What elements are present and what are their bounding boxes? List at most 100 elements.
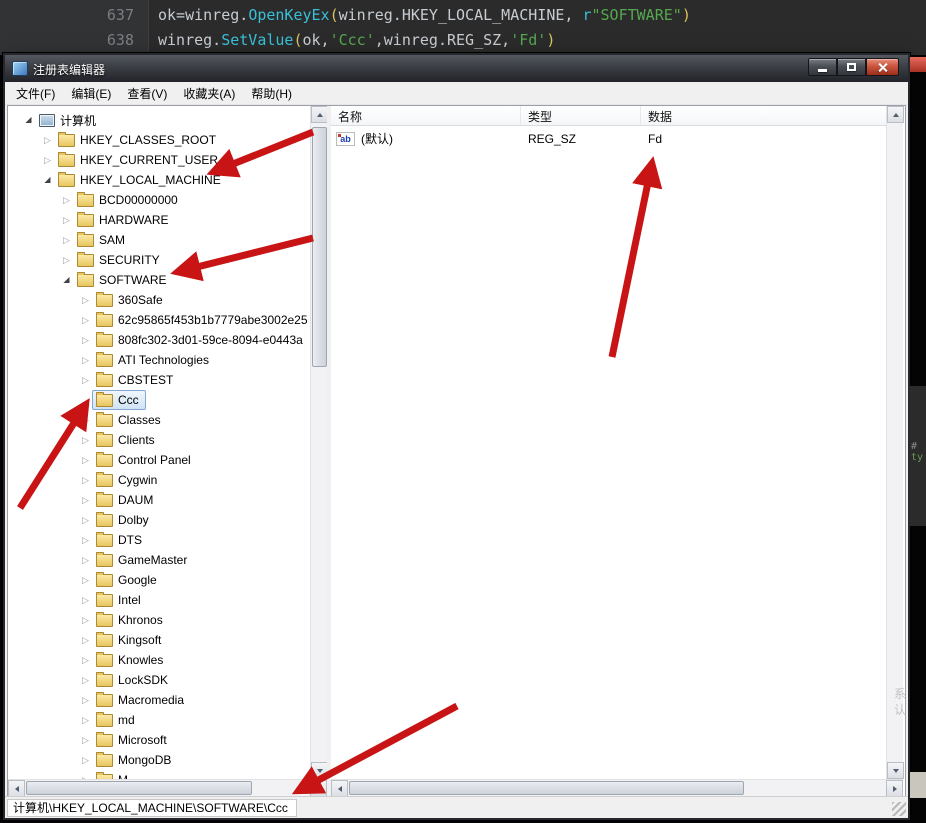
scroll-down-button[interactable] [887, 762, 904, 779]
tree-item-google[interactable]: ▷Google [8, 570, 310, 590]
expander-collapsed-icon[interactable]: ▷ [41, 155, 54, 165]
tree-item-cbstest[interactable]: ▷CBSTEST [8, 370, 310, 390]
expander-collapsed-icon[interactable]: ▷ [79, 535, 92, 545]
column-data[interactable]: 数据 [641, 106, 886, 125]
expander-collapsed-icon[interactable]: ▷ [79, 335, 92, 345]
expander-collapsed-icon[interactable]: ▷ [79, 755, 92, 765]
expander-collapsed-icon[interactable]: ▷ [79, 475, 92, 485]
tree-item-box: 808fc302-3d01-59ce-8094-e0443a [92, 330, 310, 350]
column-type[interactable]: 类型 [521, 106, 641, 125]
maximize-button[interactable] [837, 58, 866, 76]
expander-collapsed-icon[interactable]: ▷ [79, 415, 92, 425]
tree-item-808fc302-3d01-59ce-8094-e0443a[interactable]: ▷808fc302-3d01-59ce-8094-e0443a [8, 330, 310, 350]
expander-collapsed-icon[interactable]: ▷ [79, 555, 92, 565]
tree-horizontal-scrollbar[interactable] [8, 779, 327, 796]
expander-expanded-icon[interactable]: ◢ [22, 115, 35, 125]
values-vertical-scrollbar[interactable] [886, 106, 903, 779]
expander-collapsed-icon[interactable]: ▷ [79, 495, 92, 505]
tree-item-cygwin[interactable]: ▷Cygwin [8, 470, 310, 490]
expander-collapsed-icon[interactable]: ▷ [79, 675, 92, 685]
expander-collapsed-icon[interactable]: ▷ [79, 355, 92, 365]
scroll-down-button[interactable] [311, 762, 328, 779]
expander-collapsed-icon[interactable]: ▷ [79, 715, 92, 725]
tree-item-software[interactable]: ◢SOFTWARE [8, 270, 310, 290]
tree-item-ati-technologies[interactable]: ▷ATI Technologies [8, 350, 310, 370]
expander-collapsed-icon[interactable]: ▷ [60, 195, 73, 205]
tree-item-kingsoft[interactable]: ▷Kingsoft [8, 630, 310, 650]
tree-item-dolby[interactable]: ▷Dolby [8, 510, 310, 530]
title-bar[interactable]: 注册表编辑器 [5, 55, 908, 82]
menu-item[interactable]: 帮助(H) [243, 82, 300, 105]
expander-collapsed-icon[interactable]: ▷ [79, 435, 92, 445]
tree-item-gamemaster[interactable]: ▷GameMaster [8, 550, 310, 570]
expander-collapsed-icon[interactable]: ▷ [79, 515, 92, 525]
tree-item-hkey-classes-root[interactable]: ▷HKEY_CLASSES_ROOT [8, 130, 310, 150]
menu-item[interactable]: 查看(V) [119, 82, 175, 105]
expander-collapsed-icon[interactable]: ▷ [79, 375, 92, 385]
expander-collapsed-icon[interactable]: ▷ [79, 735, 92, 745]
tree-item-ccc[interactable]: Ccc [8, 390, 310, 410]
tree-item-dts[interactable]: ▷DTS [8, 530, 310, 550]
expander-collapsed-icon[interactable]: ▷ [79, 615, 92, 625]
expander-collapsed-icon[interactable]: ▷ [60, 235, 73, 245]
scroll-right-button[interactable] [310, 780, 327, 797]
tree-item-hkey-current-user[interactable]: ▷HKEY_CURRENT_USER [8, 150, 310, 170]
tree-item-locksdk[interactable]: ▷LockSDK [8, 670, 310, 690]
tree-item-security[interactable]: ▷SECURITY [8, 250, 310, 270]
tree-item-clients[interactable]: ▷Clients [8, 430, 310, 450]
tree-item-knowles[interactable]: ▷Knowles [8, 650, 310, 670]
tree-item-mongodb[interactable]: ▷MongoDB [8, 750, 310, 770]
tree-vertical-scrollbar[interactable] [310, 106, 327, 779]
minimize-button[interactable] [808, 58, 837, 76]
column-name[interactable]: 名称 [331, 106, 521, 125]
expander-collapsed-icon[interactable]: ▷ [41, 135, 54, 145]
menu-item[interactable]: 收藏夹(A) [175, 82, 243, 105]
value-row[interactable]: ab(默认)REG_SZFd [331, 129, 886, 148]
tree-item-macromedia[interactable]: ▷Macromedia [8, 690, 310, 710]
tree-item-box: HKEY_LOCAL_MACHINE [54, 170, 228, 190]
values-horizontal-scrollbar[interactable] [331, 779, 903, 796]
scroll-left-button[interactable] [8, 780, 25, 797]
tree-item-360safe[interactable]: ▷360Safe [8, 290, 310, 310]
tree-item-m-[interactable]: ▷M... [8, 770, 310, 779]
tree-item-md[interactable]: ▷md [8, 710, 310, 730]
tree-item-62c95865f453b1b7779abe3002e25[interactable]: ▷62c95865f453b1b7779abe3002e25 [8, 310, 310, 330]
scroll-up-button[interactable] [887, 106, 904, 123]
expander-collapsed-icon[interactable]: ▷ [60, 255, 73, 265]
expander-collapsed-icon[interactable]: ▷ [79, 315, 92, 325]
tree-hscroll-thumb[interactable] [26, 781, 252, 795]
expander-expanded-icon[interactable]: ◢ [60, 275, 73, 285]
tree-item-daum[interactable]: ▷DAUM [8, 490, 310, 510]
expander-collapsed-icon[interactable]: ▷ [79, 455, 92, 465]
menu-item[interactable]: 编辑(E) [63, 82, 119, 105]
expander-collapsed-icon[interactable]: ▷ [79, 575, 92, 585]
tree-item-hkey-local-machine[interactable]: ◢HKEY_LOCAL_MACHINE [8, 170, 310, 190]
tree-item-control-panel[interactable]: ▷ Control Panel [8, 450, 310, 470]
tree-item-hardware[interactable]: ▷HARDWARE [8, 210, 310, 230]
tree-item-计算机[interactable]: ◢计算机 [8, 110, 310, 130]
menu-item[interactable]: 文件(F) [8, 82, 63, 105]
close-button[interactable] [866, 58, 899, 76]
scroll-up-button[interactable] [311, 106, 328, 123]
value-name: (默认) [361, 130, 393, 147]
expander-collapsed-icon[interactable]: ▷ [79, 695, 92, 705]
scroll-right-button[interactable] [886, 780, 903, 797]
expander-collapsed-icon[interactable]: ▷ [79, 595, 92, 605]
scroll-left-button[interactable] [331, 780, 348, 797]
tree-item-microsoft[interactable]: ▷Microsoft [8, 730, 310, 750]
tree-item-khronos[interactable]: ▷Khronos [8, 610, 310, 630]
tree-item-label: Control Panel [118, 453, 193, 467]
tree-item-bcd00000000[interactable]: ▷BCD00000000 [8, 190, 310, 210]
values-hscroll-thumb[interactable] [349, 781, 744, 795]
tree-item-classes[interactable]: ▷Classes [8, 410, 310, 430]
tree-item-box: SECURITY [73, 250, 167, 270]
expander-collapsed-icon[interactable]: ▷ [60, 215, 73, 225]
resize-grip-icon[interactable] [892, 802, 906, 816]
expander-collapsed-icon[interactable]: ▷ [79, 635, 92, 645]
expander-collapsed-icon[interactable]: ▷ [79, 655, 92, 665]
expander-collapsed-icon[interactable]: ▷ [79, 295, 92, 305]
tree-item-intel[interactable]: ▷Intel [8, 590, 310, 610]
tree-item-sam[interactable]: ▷SAM [8, 230, 310, 250]
tree-scroll-thumb[interactable] [312, 127, 327, 367]
expander-expanded-icon[interactable]: ◢ [41, 175, 54, 185]
